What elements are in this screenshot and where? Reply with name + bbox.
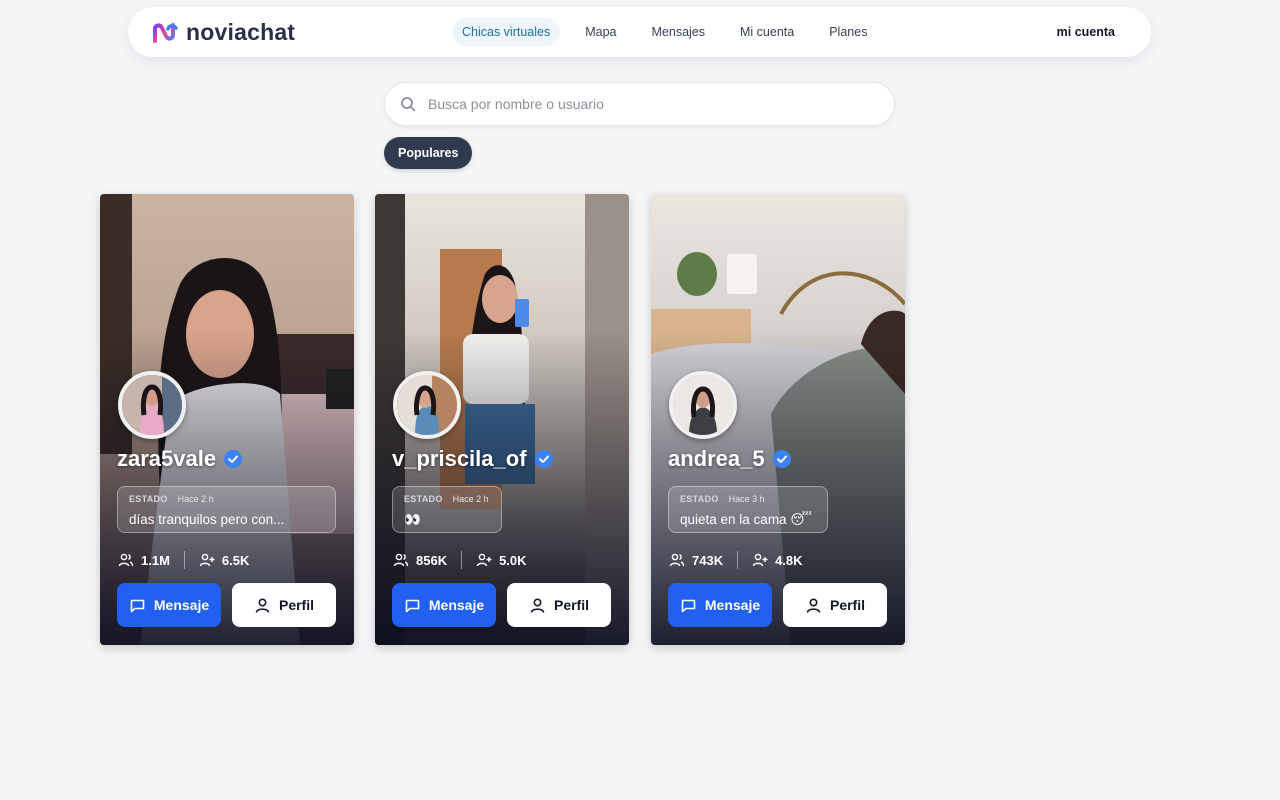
verified-badge-icon	[772, 450, 791, 468]
profile-card: v_priscila_of ESTADO Hace 2 h 👀 856K 5.0…	[375, 194, 629, 645]
user-icon	[530, 597, 545, 613]
followers-count: 743K	[692, 552, 724, 568]
nav-link-mapa[interactable]: Mapa	[575, 18, 626, 46]
profile-stats: 1.1M 6.5K	[118, 551, 249, 569]
avatar[interactable]	[118, 371, 186, 439]
stats-divider	[461, 551, 463, 569]
username-text: zara5vale	[117, 446, 217, 471]
nav-links: Chicas virtuales Mapa Mensajes Mi cuenta…	[452, 18, 892, 46]
profile-card: andrea_5 ESTADO Hace 3 h quieta en la ca…	[651, 194, 905, 645]
chat-bubble-icon	[130, 599, 145, 612]
status-text: 👀	[404, 512, 421, 527]
user-icon	[806, 597, 821, 613]
following-icon	[199, 553, 215, 567]
account-menu[interactable]: mi cuenta	[1057, 25, 1115, 39]
status-time: Hace 2 h	[177, 494, 214, 504]
brand-mark-icon	[153, 22, 178, 43]
followers-count: 856K	[416, 552, 448, 568]
nav-link-mensajes[interactable]: Mensajes	[642, 18, 716, 46]
status-time: Hace 2 h	[452, 494, 489, 504]
followers-icon	[393, 553, 409, 567]
brand-logo[interactable]: noviachat	[152, 19, 295, 46]
verified-badge-icon	[534, 450, 553, 468]
verified-badge-icon	[224, 450, 243, 468]
profile-stats: 743K 4.8K	[669, 551, 803, 569]
profile-button[interactable]: Perfil	[232, 583, 336, 627]
status-box: ESTADO Hace 2 h días tranquilos pero con…	[117, 486, 336, 533]
chat-bubble-icon	[405, 599, 420, 612]
brand-name: noviachat	[186, 19, 296, 45]
nav-link-planes[interactable]: Planes	[819, 18, 877, 46]
profile-card: zara5vale ESTADO Hace 2 h días tranquilo…	[100, 194, 354, 645]
message-button[interactable]: Mensaje	[117, 583, 221, 627]
following-icon	[476, 553, 492, 567]
following-count: 6.5K	[221, 552, 250, 568]
status-text: días tranquilos pero con...	[129, 512, 285, 527]
status-box: ESTADO Hace 3 h quieta en la cama 😴	[668, 486, 828, 533]
avatar[interactable]	[669, 371, 737, 439]
status-time: Hace 3 h	[728, 494, 765, 504]
profile-button[interactable]: Perfil	[507, 583, 611, 627]
profile-button[interactable]: Perfil	[783, 583, 887, 627]
username-text: v_priscila_of	[392, 446, 527, 471]
message-button[interactable]: Mensaje	[392, 583, 496, 627]
status-box: ESTADO Hace 2 h 👀	[392, 486, 502, 533]
followers-icon	[669, 553, 685, 567]
search-input[interactable]	[428, 89, 868, 119]
chat-bubble-icon	[681, 599, 696, 612]
username-text: andrea_5	[668, 446, 765, 471]
nav-link-mi-cuenta[interactable]: Mi cuenta	[730, 18, 804, 46]
followers-icon	[118, 553, 134, 567]
status-label: ESTADO	[680, 494, 719, 504]
message-button[interactable]: Mensaje	[668, 583, 772, 627]
filter-chip-populares[interactable]: Populares	[384, 137, 473, 169]
following-icon	[752, 553, 768, 567]
avatar[interactable]	[393, 371, 461, 439]
stats-divider	[183, 551, 185, 569]
followers-count: 1.1M	[141, 552, 170, 568]
following-count: 4.8K	[775, 552, 803, 568]
status-label: ESTADO	[404, 494, 443, 504]
user-icon	[255, 597, 270, 613]
profile-username[interactable]: zara5vale	[117, 446, 243, 472]
nav-link-chicas-virtuales[interactable]: Chicas virtuales	[452, 18, 561, 46]
status-text: quieta en la cama 😴	[680, 512, 812, 527]
search-icon	[401, 97, 416, 112]
stats-divider	[737, 551, 739, 569]
top-navbar: noviachat Chicas virtuales Mapa Mensajes…	[128, 7, 1151, 57]
profile-stats: 856K 5.0K	[393, 551, 527, 569]
profile-username[interactable]: v_priscila_of	[392, 446, 553, 472]
search-bar	[384, 82, 895, 126]
profile-username[interactable]: andrea_5	[668, 446, 791, 472]
following-count: 5.0K	[499, 552, 527, 568]
status-label: ESTADO	[129, 494, 168, 504]
